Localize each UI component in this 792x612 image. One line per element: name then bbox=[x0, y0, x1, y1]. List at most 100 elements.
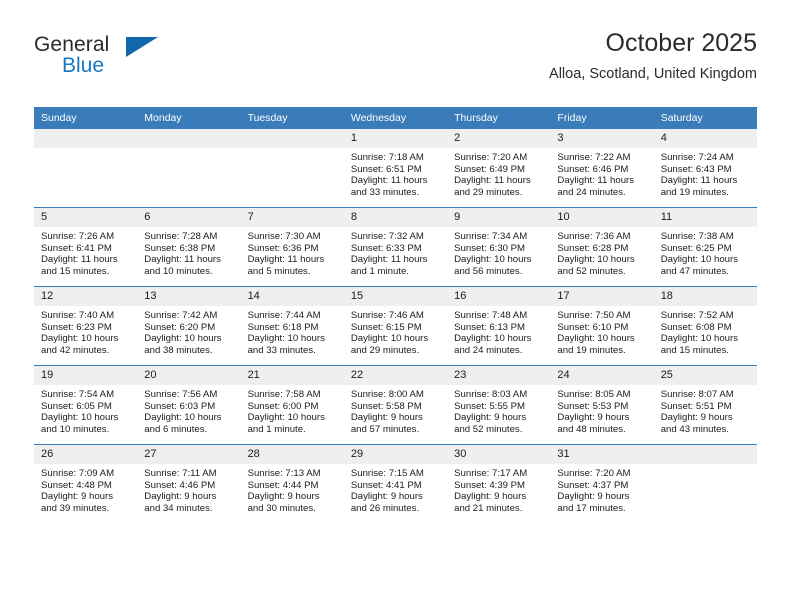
calendar-day-cell[interactable]: 22 Sunrise: 8:00 AM Sunset: 5:58 PM Dayligh… bbox=[343, 365, 448, 445]
calendar-cell-inner bbox=[653, 445, 757, 523]
calendar-day-cell[interactable]: 3 Sunrise: 7:22 AM Sunset: 6:46 PM Daylight… bbox=[550, 129, 654, 208]
calendar-day-cell[interactable]: 6 Sunrise: 7:28 AM Sunset: 6:38 PM Daylight… bbox=[137, 207, 241, 287]
brand-name-secondary: Blue bbox=[62, 54, 105, 77]
sunset-text: Sunset: 6:15 PM bbox=[350, 321, 422, 333]
page-header: General Blue October 2025 Alloa, Scotlan… bbox=[34, 28, 757, 98]
sunrise-text: Sunrise: 7:36 AM bbox=[557, 231, 631, 242]
calendar-day-cell[interactable]: 12 Sunrise: 7:40 AM Sunset: 6:23 PM Dayligh… bbox=[34, 286, 138, 366]
day-number bbox=[240, 129, 344, 148]
sunrise-text: Sunrise: 7:26 AM bbox=[41, 231, 115, 242]
calendar-day-cell[interactable]: 24 Sunrise: 8:05 AM Sunset: 5:53 PM Dayligh… bbox=[550, 365, 654, 445]
sunrise-text: Sunrise: 7:34 AM bbox=[454, 231, 528, 242]
calendar-day-cell[interactable]: 14 Sunrise: 7:44 AM Sunset: 6:18 PM Dayligh… bbox=[240, 286, 344, 366]
calendar-cell-inner: 23 Sunrise: 8:03 AM Sunset: 5:55 PM Dayligh… bbox=[447, 366, 551, 444]
calendar-cell-inner: 20 Sunrise: 7:56 AM Sunset: 6:03 PM Dayligh… bbox=[137, 366, 241, 444]
calendar-day-cell[interactable]: 27 Sunrise: 7:11 AM Sunset: 4:46 PM Dayligh… bbox=[137, 444, 241, 523]
day-details: Sunrise: 7:17 AM Sunset: 4:39 PM Daylight:… bbox=[447, 464, 550, 514]
calendar-cell-inner: 8 Sunrise: 7:32 AM Sunset: 6:33 PM Daylight… bbox=[343, 208, 448, 286]
daylight-text: Daylight: 10 hours and 52 minutes. bbox=[557, 254, 635, 277]
sunrise-text: Sunrise: 7:30 AM bbox=[247, 231, 321, 242]
calendar-day-cell[interactable]: 28 Sunrise: 7:13 AM Sunset: 4:44 PM Dayligh… bbox=[240, 444, 344, 523]
sunrise-text: Sunrise: 7:15 AM bbox=[350, 468, 424, 479]
calendar-day-cell[interactable]: 10 Sunrise: 7:36 AM Sunset: 6:28 PM Dayligh… bbox=[550, 207, 654, 287]
sunset-text: Sunset: 6:51 PM bbox=[350, 163, 422, 175]
calendar-cell-inner: 14 Sunrise: 7:44 AM Sunset: 6:18 PM Dayligh… bbox=[240, 287, 344, 365]
daylight-text: Daylight: 9 hours and 26 minutes. bbox=[350, 491, 423, 514]
calendar-cell-inner: 11 Sunrise: 7:38 AM Sunset: 6:25 PM Dayligh… bbox=[653, 208, 757, 286]
day-details: Sunrise: 7:30 AM Sunset: 6:36 PM Daylight:… bbox=[241, 227, 344, 277]
day-number: 27 bbox=[137, 445, 241, 464]
daylight-text: Daylight: 9 hours and 48 minutes. bbox=[557, 412, 630, 435]
calendar-day-cell[interactable]: 2 Sunrise: 7:20 AM Sunset: 6:49 PM Daylight… bbox=[447, 129, 551, 208]
calendar-body: 1 Sunrise: 7:18 AM Sunset: 6:51 PM Daylight… bbox=[34, 129, 757, 523]
calendar-day-cell[interactable]: 17 Sunrise: 7:50 AM Sunset: 6:10 PM Dayligh… bbox=[550, 286, 654, 366]
sunset-text: Sunset: 4:46 PM bbox=[144, 479, 216, 491]
title-block: October 2025 Alloa, Scotland, United Kin… bbox=[549, 28, 757, 84]
sunset-text: Sunset: 5:51 PM bbox=[660, 400, 732, 412]
day-details: Sunrise: 7:56 AM Sunset: 6:03 PM Daylight:… bbox=[137, 385, 240, 435]
calendar-day-cell[interactable]: 15 Sunrise: 7:46 AM Sunset: 6:15 PM Dayligh… bbox=[343, 286, 448, 366]
calendar-day-cell[interactable]: 31 Sunrise: 7:20 AM Sunset: 4:37 PM Dayligh… bbox=[550, 444, 654, 523]
calendar-day-cell[interactable]: 23 Sunrise: 8:03 AM Sunset: 5:55 PM Dayligh… bbox=[447, 365, 551, 445]
weekday-header-saturday: Saturday bbox=[653, 107, 757, 129]
sunset-text: Sunset: 4:37 PM bbox=[557, 479, 629, 491]
day-number: 29 bbox=[343, 445, 448, 464]
daylight-text: Daylight: 11 hours and 10 minutes. bbox=[144, 254, 221, 277]
day-details: Sunrise: 7:32 AM Sunset: 6:33 PM Daylight:… bbox=[344, 227, 447, 277]
day-details: Sunrise: 8:05 AM Sunset: 5:53 PM Daylight:… bbox=[550, 385, 653, 435]
calendar-day-cell[interactable]: 13 Sunrise: 7:42 AM Sunset: 6:20 PM Dayligh… bbox=[137, 286, 241, 366]
weekday-header-friday: Friday bbox=[550, 107, 654, 129]
day-number: 9 bbox=[447, 208, 551, 227]
sunrise-text: Sunrise: 7:20 AM bbox=[454, 152, 528, 163]
sunrise-text: Sunrise: 8:03 AM bbox=[454, 389, 528, 400]
sunrise-text: Sunrise: 7:32 AM bbox=[350, 231, 424, 242]
day-number: 28 bbox=[240, 445, 344, 464]
sunset-text: Sunset: 6:38 PM bbox=[144, 242, 216, 254]
sunrise-text: Sunrise: 7:54 AM bbox=[41, 389, 115, 400]
calendar-cell-inner: 9 Sunrise: 7:34 AM Sunset: 6:30 PM Daylight… bbox=[447, 208, 551, 286]
calendar-cell-empty bbox=[653, 444, 757, 523]
calendar-day-cell[interactable]: 11 Sunrise: 7:38 AM Sunset: 6:25 PM Dayligh… bbox=[653, 207, 757, 287]
calendar-day-cell[interactable]: 20 Sunrise: 7:56 AM Sunset: 6:03 PM Dayligh… bbox=[137, 365, 241, 445]
sunrise-text: Sunrise: 7:09 AM bbox=[41, 468, 115, 479]
calendar-cell-inner bbox=[240, 129, 344, 207]
day-number: 13 bbox=[137, 287, 241, 306]
calendar-cell-inner: 24 Sunrise: 8:05 AM Sunset: 5:53 PM Dayligh… bbox=[550, 366, 654, 444]
day-number: 7 bbox=[240, 208, 344, 227]
day-number: 23 bbox=[447, 366, 551, 385]
day-number: 15 bbox=[343, 287, 448, 306]
calendar-day-cell[interactable]: 5 Sunrise: 7:26 AM Sunset: 6:41 PM Daylight… bbox=[34, 207, 138, 287]
calendar-day-cell[interactable]: 16 Sunrise: 7:48 AM Sunset: 6:13 PM Dayligh… bbox=[447, 286, 551, 366]
sunrise-text: Sunrise: 7:50 AM bbox=[557, 310, 631, 321]
calendar-day-cell[interactable]: 7 Sunrise: 7:30 AM Sunset: 6:36 PM Daylight… bbox=[240, 207, 344, 287]
sunrise-text: Sunrise: 8:05 AM bbox=[557, 389, 631, 400]
calendar-day-cell[interactable]: 8 Sunrise: 7:32 AM Sunset: 6:33 PM Daylight… bbox=[343, 207, 448, 287]
weekday-header-row: Sunday Monday Tuesday Wednesday Thursday… bbox=[34, 107, 757, 129]
calendar-day-cell[interactable]: 4 Sunrise: 7:24 AM Sunset: 6:43 PM Daylight… bbox=[653, 129, 757, 208]
day-details: Sunrise: 7:28 AM Sunset: 6:38 PM Daylight:… bbox=[137, 227, 240, 277]
calendar-day-cell[interactable]: 9 Sunrise: 7:34 AM Sunset: 6:30 PM Daylight… bbox=[447, 207, 551, 287]
sunrise-text: Sunrise: 7:42 AM bbox=[144, 310, 218, 321]
calendar-day-cell[interactable]: 19 Sunrise: 7:54 AM Sunset: 6:05 PM Dayligh… bbox=[34, 365, 138, 445]
sunset-text: Sunset: 5:53 PM bbox=[557, 400, 629, 412]
daylight-text: Daylight: 10 hours and 6 minutes. bbox=[144, 412, 222, 435]
day-number: 22 bbox=[343, 366, 448, 385]
calendar-day-cell[interactable]: 29 Sunrise: 7:15 AM Sunset: 4:41 PM Dayligh… bbox=[343, 444, 448, 523]
calendar-cell-inner: 6 Sunrise: 7:28 AM Sunset: 6:38 PM Daylight… bbox=[137, 208, 241, 286]
calendar-cell-inner: 16 Sunrise: 7:48 AM Sunset: 6:13 PM Dayligh… bbox=[447, 287, 551, 365]
sunset-text: Sunset: 6:08 PM bbox=[660, 321, 732, 333]
calendar-day-cell[interactable]: 21 Sunrise: 7:58 AM Sunset: 6:00 PM Dayligh… bbox=[240, 365, 344, 445]
day-number: 21 bbox=[240, 366, 344, 385]
day-details: Sunrise: 7:52 AM Sunset: 6:08 PM Daylight:… bbox=[654, 306, 757, 356]
day-details: Sunrise: 7:48 AM Sunset: 6:13 PM Daylight:… bbox=[447, 306, 550, 356]
calendar-day-cell[interactable]: 30 Sunrise: 7:17 AM Sunset: 4:39 PM Dayligh… bbox=[447, 444, 551, 523]
calendar-day-cell[interactable]: 1 Sunrise: 7:18 AM Sunset: 6:51 PM Daylight… bbox=[343, 129, 448, 208]
calendar-day-cell[interactable]: 26 Sunrise: 7:09 AM Sunset: 4:48 PM Dayligh… bbox=[34, 444, 138, 523]
calendar-cell-inner: 29 Sunrise: 7:15 AM Sunset: 4:41 PM Dayligh… bbox=[343, 445, 448, 523]
calendar-day-cell[interactable]: 18 Sunrise: 7:52 AM Sunset: 6:08 PM Dayligh… bbox=[653, 286, 757, 366]
calendar-cell-inner: 15 Sunrise: 7:46 AM Sunset: 6:15 PM Dayligh… bbox=[343, 287, 448, 365]
day-number: 12 bbox=[34, 287, 138, 306]
day-number: 14 bbox=[240, 287, 344, 306]
daylight-text: Daylight: 9 hours and 39 minutes. bbox=[41, 491, 113, 514]
calendar-day-cell[interactable]: 25 Sunrise: 8:07 AM Sunset: 5:51 PM Dayligh… bbox=[653, 365, 757, 445]
